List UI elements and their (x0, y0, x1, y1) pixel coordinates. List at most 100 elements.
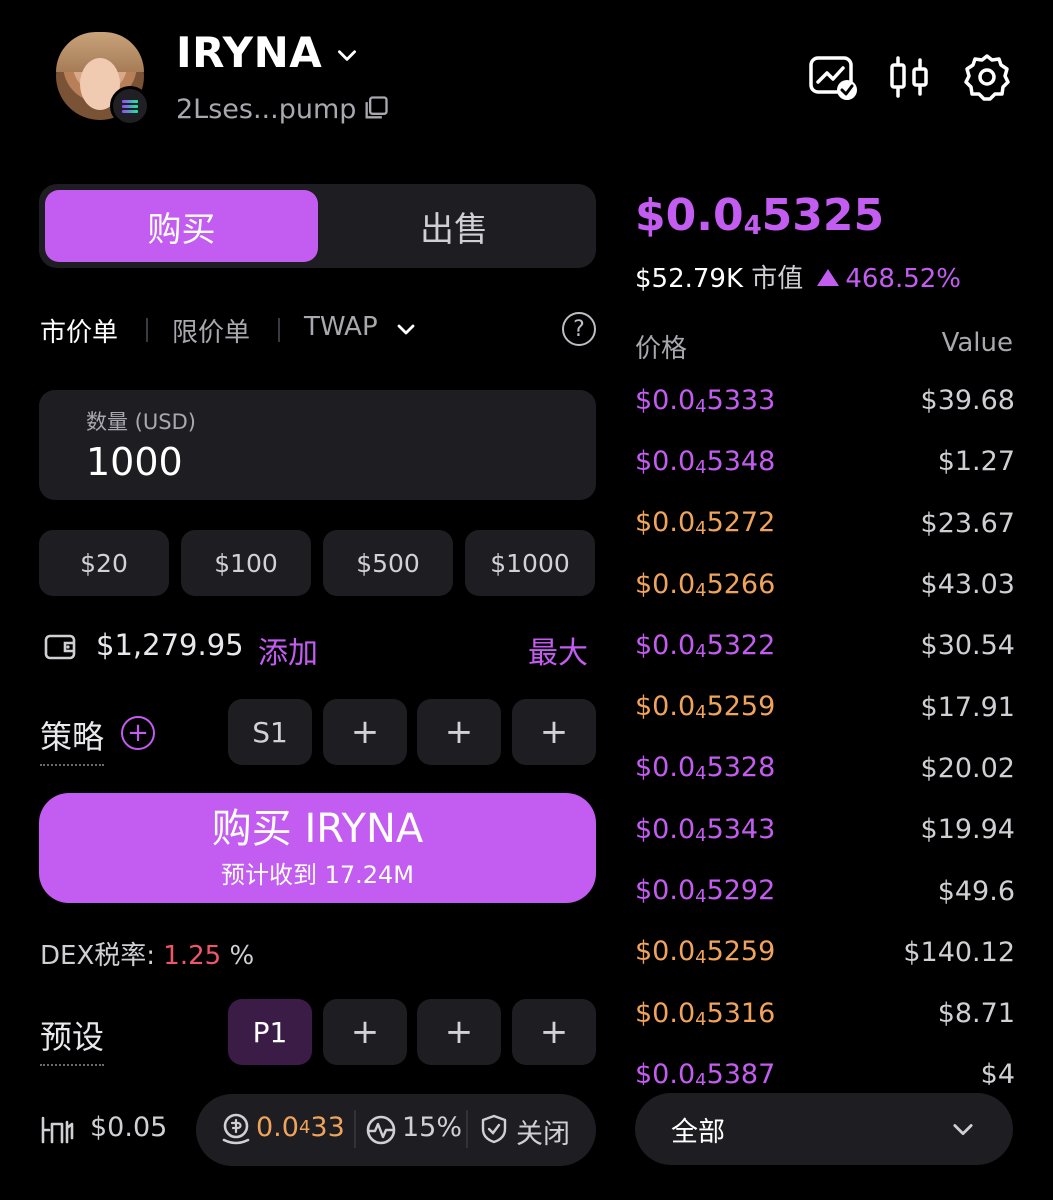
trade-row: $0.045322 $30.54 (635, 615, 1015, 676)
trade-price-zeros: 4 (695, 702, 707, 724)
trade-row: $0.045266 $43.03 (635, 554, 1015, 615)
order-type-market[interactable]: 市价单 (40, 312, 118, 349)
preset-slot[interactable]: + (323, 999, 407, 1065)
trade-value: $17.91 (920, 691, 1015, 723)
order-type-twap[interactable]: TWAP (304, 312, 378, 342)
chevron-down-icon[interactable] (394, 318, 418, 342)
chevron-down-icon[interactable] (334, 42, 360, 68)
preset-slot[interactable]: P1 (228, 999, 312, 1065)
quick-amount-button[interactable]: $1000 (465, 530, 595, 596)
triangle-up-icon (817, 269, 840, 286)
trade-value: $1.27 (937, 446, 1015, 478)
max-button[interactable]: 最大 (528, 628, 588, 672)
market-cap-label: 市值 (751, 264, 804, 294)
trade-value: $49.6 (937, 875, 1015, 907)
preset-label[interactable]: 预设 (40, 1012, 105, 1066)
trade-row: $0.045348 $1.27 (635, 431, 1015, 492)
amount-label: 数量 (USD) (86, 410, 196, 434)
buy-button[interactable]: 购买 IRYNA 预计收到 17.24M (39, 793, 596, 903)
trade-price-suffix: 5272 (706, 507, 776, 539)
dex-tax-unit: % (229, 941, 255, 971)
trade-price: $0.045259 (635, 691, 775, 723)
column-header-price: 价格 (635, 334, 688, 364)
trade-value: $23.67 (920, 507, 1015, 539)
order-type-limit[interactable]: 限价单 (172, 312, 250, 349)
price-zeros: 4 (743, 211, 762, 241)
trade-price-zeros: 4 (695, 518, 707, 540)
strategy-slot[interactable]: + (417, 699, 501, 765)
trade-row: $0.045343 $19.94 (635, 799, 1015, 860)
trade-price-suffix: 5292 (706, 875, 776, 907)
trade-price-prefix: $0.0 (635, 445, 696, 477)
candlestick-icon[interactable] (884, 52, 934, 102)
quick-amount-button[interactable]: $20 (39, 530, 169, 596)
trade-price: $0.045343 (635, 814, 775, 846)
trade-price-zeros: 4 (695, 640, 707, 662)
tab-sell[interactable]: 出售 (318, 190, 590, 262)
chevron-down-icon (953, 1124, 973, 1136)
chart-check-icon[interactable] (808, 52, 858, 102)
priority-fee: 0.0 4 33 (256, 1112, 345, 1143)
trade-price-prefix: $0.0 (635, 752, 696, 784)
copy-icon[interactable] (362, 94, 390, 122)
strategy-slot[interactable]: + (323, 699, 407, 765)
divider (278, 318, 280, 342)
market-cap-value: $52.79K (635, 264, 744, 294)
quick-amount-button[interactable]: $500 (323, 530, 453, 596)
priority-fee-zeros: 4 (298, 1117, 311, 1138)
trade-price: $0.045348 (635, 446, 775, 478)
trade-price-zeros: 4 (695, 824, 707, 846)
estimated-receive: 预计收到 17.24M (220, 860, 415, 889)
gear-icon[interactable] (962, 52, 1012, 102)
trade-price-zeros: 4 (695, 395, 707, 417)
trade-value: $30.54 (920, 630, 1015, 662)
amount-value[interactable]: 1000 (86, 440, 183, 484)
trade-row: $0.045387 $4 (635, 1044, 1015, 1085)
market-cap-row: $52.79K 市值 468.52% (635, 258, 961, 295)
trade-price-prefix: $0.0 (635, 875, 696, 907)
dex-tax-label: DEX税率: (40, 941, 156, 971)
trades-list[interactable]: $0.045333 $39.68 $0.045348 $1.27 $0.045272 $2… (635, 370, 1015, 1085)
add-funds-link[interactable]: 添加 (258, 628, 318, 672)
wallet-icon (44, 634, 76, 660)
trade-price: $0.045316 (635, 998, 775, 1030)
trade-price-zeros: 4 (695, 947, 707, 969)
strategy-label[interactable]: 策略 (40, 712, 105, 766)
trade-price: $0.045328 (635, 752, 775, 784)
quick-amount-button[interactable]: $100 (181, 530, 311, 596)
trade-price-suffix: 5322 (706, 629, 776, 661)
buy-button-label: 购买 IRYNA (211, 805, 424, 852)
trade-price-prefix: $0.0 (635, 568, 696, 600)
add-strategy-icon[interactable]: + (121, 716, 155, 750)
trade-price: $0.045266 (635, 569, 775, 601)
trade-row: $0.045292 $49.6 (635, 860, 1015, 921)
mev-protection-status: 关闭 (516, 1119, 570, 1150)
trade-price: $0.045333 (635, 385, 775, 417)
price-prefix: $0.0 (635, 190, 744, 241)
trade-price-suffix: 5328 (706, 752, 776, 784)
slippage-icon (366, 1115, 396, 1145)
trade-value: $8.71 (937, 998, 1015, 1030)
dex-tax-value: 1.25 (163, 941, 222, 971)
token-address: 2Lses...pump (176, 94, 357, 125)
token-name[interactable]: IRYNA (176, 28, 322, 77)
tab-buy[interactable]: 购买 (45, 190, 318, 262)
help-icon[interactable]: ? (562, 312, 596, 346)
trade-filter-select[interactable]: 全部 (635, 1093, 1013, 1165)
strategy-slot[interactable]: + (512, 699, 596, 765)
trade-price-prefix: $0.0 (635, 813, 696, 845)
strategy-slot[interactable]: S1 (228, 699, 312, 765)
slippage-value: 15% (402, 1112, 463, 1143)
trade-value: $4 (980, 1059, 1015, 1085)
preset-slot[interactable]: + (417, 999, 501, 1065)
divider (146, 318, 148, 342)
filter-label: 全部 (671, 1116, 725, 1148)
gas-fee: $0.05 (90, 1112, 168, 1143)
trade-value: $43.03 (920, 569, 1015, 601)
trade-price-zeros: 4 (695, 579, 707, 601)
price-change: 468.52% (845, 264, 961, 294)
preset-slot[interactable]: + (512, 999, 596, 1065)
trade-price-suffix: 5266 (706, 568, 776, 600)
trade-price-prefix: $0.0 (635, 629, 696, 661)
gas-icon (41, 1116, 74, 1144)
